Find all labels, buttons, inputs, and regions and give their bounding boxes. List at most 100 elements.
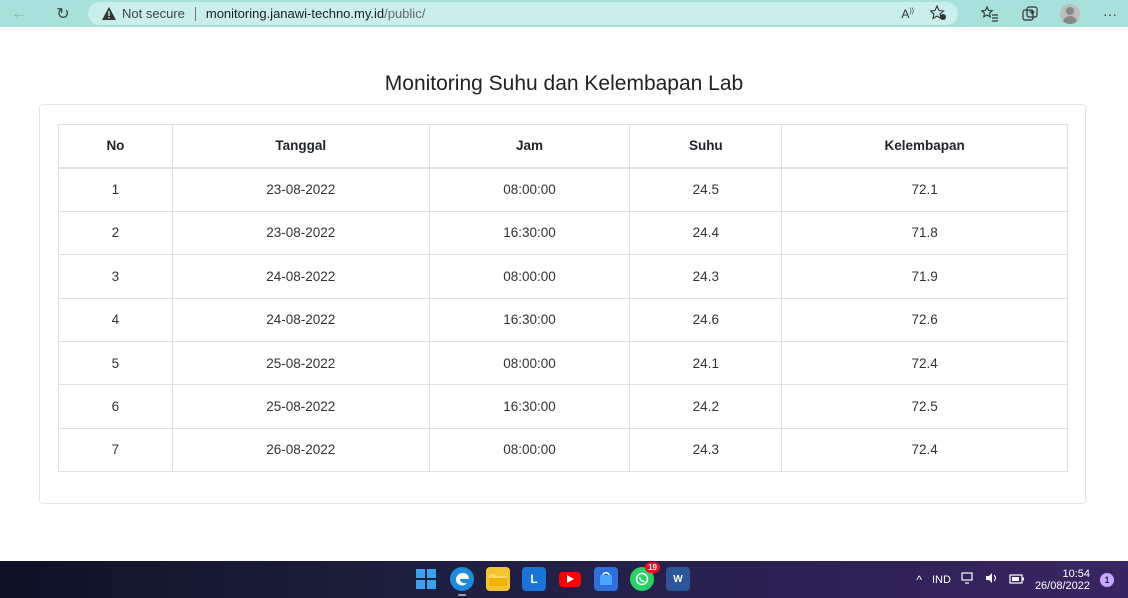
whatsapp-icon (635, 572, 649, 586)
cell-kelembapan: 72.1 (781, 167, 1068, 212)
cell-no: 6 (58, 384, 173, 429)
whatsapp-app[interactable]: 19 (630, 562, 660, 591)
clock-time: 10:54 (1062, 567, 1090, 580)
back-button[interactable]: ← (4, 0, 34, 27)
edge-app[interactable] (450, 567, 474, 596)
clock-date: 26/08/2022 (1034, 579, 1090, 592)
language-indicator[interactable]: IND (932, 574, 951, 586)
security-label[interactable]: Not secure (122, 6, 185, 21)
cell-tanggal: 25-08-2022 (171, 384, 430, 429)
browser-toolbar-right: ··· (980, 0, 1120, 27)
header-suhu: Suhu (629, 123, 783, 169)
read-aloud-icon[interactable]: A)) (901, 7, 914, 21)
taskbar-apps: L 19 W (414, 562, 690, 596)
table-header-row: No Tanggal Jam Suhu Kelembapan (58, 123, 1068, 169)
cell-suhu: 24.3 (629, 427, 783, 473)
notification-badge: 19 (645, 562, 660, 573)
windows-taskbar: L 19 W ^ IND 10:54 26/08/2022 1 (0, 561, 1128, 598)
active-indicator (458, 594, 466, 596)
cell-suhu: 24.2 (629, 384, 783, 429)
cell-suhu: 24.6 (629, 297, 783, 342)
favorites-icon[interactable] (980, 4, 1000, 24)
table-row: 3 24-08-2022 08:00:00 24.3 71.9 (58, 254, 1068, 299)
store-app[interactable] (594, 567, 618, 591)
store-icon (600, 572, 612, 585)
edge-icon (456, 573, 469, 586)
system-tray: ^ IND 10:54 26/08/2022 1 (916, 561, 1114, 598)
table-row: 1 23-08-2022 08:00:00 24.5 72.1 (58, 167, 1068, 212)
notification-center-icon[interactable]: 1 (1100, 572, 1114, 587)
cell-jam: 08:00:00 (428, 427, 631, 473)
word-icon: W (673, 573, 683, 585)
file-explorer-app[interactable] (486, 567, 510, 591)
header-no: No (58, 123, 173, 169)
clock[interactable]: 10:54 26/08/2022 (1035, 568, 1090, 592)
folder-icon (489, 574, 507, 586)
volume-icon[interactable] (985, 572, 999, 587)
cell-no: 4 (58, 297, 173, 342)
cell-kelembapan: 72.4 (781, 340, 1068, 386)
table-row: 2 23-08-2022 16:30:00 24.4 71.8 (58, 210, 1068, 256)
reload-button[interactable]: ↻ (48, 0, 78, 27)
cell-suhu: 24.1 (629, 340, 783, 386)
header-tanggal: Tanggal (171, 123, 430, 169)
cell-no: 5 (58, 340, 173, 386)
cell-jam: 08:00:00 (428, 340, 631, 386)
cell-no: 2 (58, 210, 173, 256)
reload-icon: ↻ (56, 5, 70, 23)
cell-jam: 08:00:00 (428, 254, 631, 299)
back-arrow-icon: ← (11, 4, 27, 22)
cell-tanggal: 23-08-2022 (171, 210, 430, 256)
l-app[interactable]: L (522, 567, 546, 591)
battery-icon[interactable] (1009, 573, 1025, 587)
address-separator (194, 6, 196, 21)
collections-icon[interactable] (1020, 4, 1040, 24)
youtube-icon (559, 571, 581, 587)
cell-jam: 16:30:00 (428, 384, 631, 429)
cell-tanggal: 26-08-2022 (171, 427, 430, 473)
table-row: 5 25-08-2022 08:00:00 24.1 72.4 (58, 340, 1068, 386)
cell-suhu: 24.5 (629, 167, 783, 212)
more-options-icon[interactable]: ··· (1100, 4, 1120, 24)
warning-icon[interactable] (102, 7, 116, 21)
cell-kelembapan: 71.9 (781, 254, 1068, 299)
url-path: /public/ (384, 6, 426, 21)
cell-tanggal: 24-08-2022 (171, 297, 430, 342)
cell-tanggal: 23-08-2022 (171, 167, 430, 212)
start-button[interactable] (414, 567, 438, 591)
cell-kelembapan: 71.8 (781, 210, 1068, 256)
address-actions: A)) (901, 4, 946, 23)
monitoring-table: No Tanggal Jam Suhu Kelembapan 1 23-08-2… (58, 123, 1068, 473)
table-row: 6 25-08-2022 16:30:00 24.2 72.5 (58, 384, 1068, 429)
network-icon[interactable] (961, 572, 975, 587)
table-row: 4 24-08-2022 16:30:00 24.6 72.6 (58, 297, 1068, 342)
address-bar[interactable]: Not secure monitoring.janawi-techno.my.i… (88, 2, 958, 25)
url-text[interactable]: monitoring.janawi-techno.my.id/public/ (206, 6, 425, 21)
cell-jam: 08:00:00 (428, 167, 631, 212)
l-icon: L (530, 572, 538, 586)
youtube-app[interactable] (558, 567, 582, 591)
more-options-glyph: ··· (1103, 5, 1117, 22)
add-favorite-icon[interactable] (929, 4, 946, 23)
word-app[interactable]: W (666, 567, 690, 591)
show-hidden-icons[interactable]: ^ (916, 573, 922, 587)
page-title: Monitoring Suhu dan Kelembapan Lab (384, 72, 744, 95)
browser-toolbar: ← ↻ Not secure monitoring.janawi-techno.… (0, 0, 1128, 27)
cell-suhu: 24.3 (629, 254, 783, 299)
data-card: No Tanggal Jam Suhu Kelembapan 1 23-08-2… (39, 104, 1086, 504)
cell-jam: 16:30:00 (428, 210, 631, 256)
profile-avatar[interactable] (1060, 3, 1080, 24)
cell-kelembapan: 72.5 (781, 384, 1068, 429)
cell-suhu: 24.4 (629, 210, 783, 256)
cell-tanggal: 25-08-2022 (171, 340, 430, 386)
table-row: 7 26-08-2022 08:00:00 24.3 72.4 (58, 427, 1068, 473)
cell-no: 1 (58, 167, 173, 212)
header-kelembapan: Kelembapan (781, 123, 1068, 169)
cell-no: 7 (58, 427, 173, 473)
cell-jam: 16:30:00 (428, 297, 631, 342)
cell-kelembapan: 72.4 (781, 427, 1068, 473)
header-jam: Jam (428, 123, 631, 169)
cell-kelembapan: 72.6 (781, 297, 1068, 342)
cell-tanggal: 24-08-2022 (171, 254, 430, 299)
cell-no: 3 (58, 254, 173, 299)
